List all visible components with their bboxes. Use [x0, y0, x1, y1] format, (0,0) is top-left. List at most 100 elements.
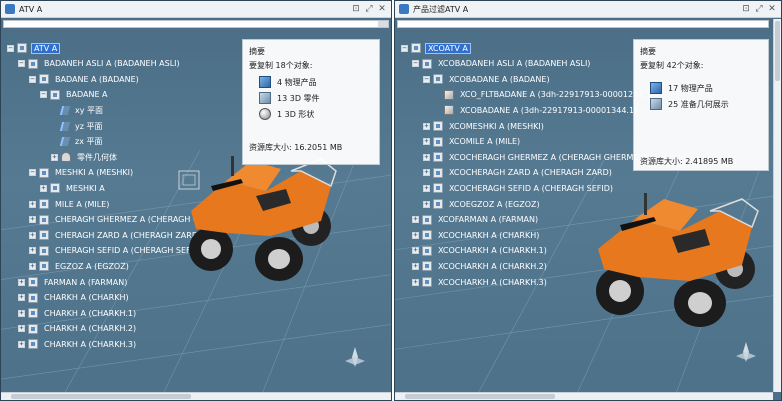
- tree-node-label: CHARKH A (CHARKH.2): [44, 324, 137, 334]
- tree-node[interactable]: + FARMAN A (FARMAN): [18, 275, 129, 289]
- close-icon[interactable]: ✕: [377, 4, 387, 14]
- expand-icon[interactable]: +: [18, 340, 25, 348]
- tree-node[interactable]: zx 平面: [51, 135, 104, 149]
- expand-icon[interactable]: +: [412, 278, 419, 286]
- collapse-icon[interactable]: −: [7, 44, 14, 52]
- tree-node[interactable]: + CHARKH A (CHARKH.1): [18, 306, 138, 320]
- tree-node[interactable]: − MESHKI A (MESHKI): [29, 166, 135, 180]
- scrollbar-thumb[interactable]: [775, 21, 780, 81]
- product-icon: [39, 167, 49, 178]
- expand-icon[interactable]: +: [51, 153, 58, 161]
- tree-node[interactable]: + XCOMILE A (MILE): [423, 135, 522, 149]
- tree-node-label: ATV A: [31, 42, 61, 54]
- scrollbar-thumb[interactable]: [405, 394, 555, 399]
- tree-node[interactable]: + MILE A (MILE): [29, 197, 111, 211]
- tree-node[interactable]: + XCOMESHKI A (MESHKI): [423, 119, 546, 133]
- filter-bar-scroll[interactable]: [378, 21, 388, 27]
- tree-node[interactable]: + XCOFARMAN A (FARMAN): [412, 213, 540, 227]
- vertical-scrollbar[interactable]: [773, 19, 781, 392]
- collapse-icon[interactable]: −: [423, 75, 430, 83]
- product-icon: [17, 43, 27, 53]
- expand-icon[interactable]: +: [29, 262, 36, 270]
- expand-icon[interactable]: +: [29, 247, 36, 255]
- plane-icon: [59, 137, 71, 147]
- close-icon[interactable]: ✕: [767, 4, 777, 14]
- tree-node[interactable]: xy 平面: [51, 103, 105, 117]
- expand-icon[interactable]: +: [18, 294, 25, 302]
- collapse-icon[interactable]: −: [29, 75, 36, 83]
- summary-count: 要复制 42个对象:: [640, 61, 704, 70]
- tree-node[interactable]: − ATV A: [7, 41, 61, 55]
- horizontal-scrollbar[interactable]: [395, 392, 773, 400]
- tree-node[interactable]: + XCOCHERAGH ZARD A (CHERAGH ZARD): [423, 166, 614, 180]
- expand-icon[interactable]: +: [412, 262, 419, 270]
- expand-icon[interactable]: +: [412, 231, 419, 239]
- expand-icon[interactable]: +: [18, 325, 25, 333]
- tree-node[interactable]: + XCOCHARKH A (CHARKH.1): [412, 244, 549, 258]
- tree-node[interactable]: + XCOCHARKH A (CHARKH.3): [412, 275, 549, 289]
- tree-node-label: XCOFARMAN A (FARMAN): [438, 215, 539, 225]
- tree-node[interactable]: + XCOEGZOZ A (EGZOZ): [423, 197, 542, 211]
- collapse-icon[interactable]: −: [401, 44, 408, 52]
- tree-node[interactable]: + XCOCHARKH A (CHARKH): [412, 228, 541, 242]
- collapse-icon[interactable]: −: [40, 91, 47, 99]
- tree-node[interactable]: + XCOCHERAGH GHERMEZ A (CHERAGH GHERMEZ): [423, 150, 649, 164]
- expand-icon[interactable]: +: [18, 309, 25, 317]
- tree-node-label: 零件几何体: [77, 152, 117, 162]
- tree-node[interactable]: + EGZOZ A (EGZOZ): [29, 259, 131, 273]
- scrollbar-thumb[interactable]: [11, 394, 191, 399]
- expand-icon[interactable]: +: [423, 138, 430, 146]
- expand-icon[interactable]: +: [18, 278, 25, 286]
- tree-node[interactable]: + CHARKH A (CHARKH.2): [18, 322, 138, 336]
- expand-icon[interactable]: +: [423, 122, 430, 130]
- tree-node[interactable]: − XCOBADANEH ASLI A (BADANEH ASLI): [412, 57, 592, 71]
- pin-icon[interactable]: ⊡: [351, 4, 361, 14]
- filter-bar[interactable]: [397, 20, 769, 28]
- expand-icon[interactable]: +: [412, 247, 419, 255]
- tree-node[interactable]: + CHARKH A (CHARKH): [18, 291, 131, 305]
- tree-node[interactable]: + 零件几何体: [51, 150, 119, 164]
- maximize-icon[interactable]: ⤢: [364, 4, 374, 14]
- filter-bar[interactable]: [3, 20, 389, 28]
- tree-node[interactable]: + MESHKI A: [40, 181, 107, 195]
- horizontal-scrollbar[interactable]: [1, 392, 391, 400]
- tree-node[interactable]: − XCOBADANE A (BADANE): [423, 72, 552, 86]
- summary-row-text: 25 准备几何展示: [668, 99, 729, 109]
- expand-icon[interactable]: +: [29, 231, 36, 239]
- tree-node[interactable]: − XCOATV A: [401, 41, 471, 55]
- summary-size: 资源库大小: 2.41895 MB: [640, 157, 734, 166]
- product-icon: [433, 74, 443, 85]
- product-icon: [39, 199, 49, 209]
- tree-node[interactable]: + XCOCHARKH A (CHARKH.2): [412, 259, 549, 273]
- tree-node[interactable]: XCOBADANE A (3dh-22917913-00001344.1): [434, 103, 639, 117]
- product-icon: [28, 323, 38, 334]
- summary-count: 要复制 18个对象:: [249, 61, 313, 70]
- expand-icon[interactable]: +: [29, 200, 36, 208]
- expand-icon[interactable]: +: [423, 184, 430, 192]
- tree-node[interactable]: − BADANEH ASLI A (BADANEH ASLI): [18, 57, 182, 71]
- expand-icon[interactable]: +: [423, 153, 430, 161]
- pin-icon[interactable]: ⊡: [741, 4, 751, 14]
- tree-node[interactable]: XCO_FLTBADANE A (3dh-22917913-00001247.1…: [434, 88, 656, 102]
- tree-node[interactable]: + CHARKH A (CHARKH.3): [18, 337, 138, 351]
- maximize-icon[interactable]: ⤢: [754, 4, 764, 14]
- tree-node[interactable]: yz 平面: [51, 119, 104, 133]
- atv-model: [596, 193, 759, 327]
- expand-icon[interactable]: +: [423, 169, 430, 177]
- tree-node[interactable]: − BADANE A: [40, 88, 110, 102]
- body-icon: [61, 152, 71, 163]
- shape-icon: [444, 105, 454, 116]
- expand-icon[interactable]: +: [29, 216, 36, 224]
- part-icon: [50, 89, 60, 100]
- tree-node-label: XCOCHARKH A (CHARKH.2): [438, 261, 547, 271]
- product-icon: [422, 230, 432, 241]
- tree-node[interactable]: − BADANE A (BADANE): [29, 72, 141, 86]
- expand-icon[interactable]: +: [423, 200, 430, 208]
- collapse-icon[interactable]: −: [412, 60, 419, 68]
- compass-icon[interactable]: [735, 341, 757, 363]
- expand-icon[interactable]: +: [40, 184, 47, 192]
- compass-icon[interactable]: [344, 346, 366, 368]
- collapse-icon[interactable]: −: [29, 169, 36, 177]
- expand-icon[interactable]: +: [412, 216, 419, 224]
- collapse-icon[interactable]: −: [18, 60, 25, 68]
